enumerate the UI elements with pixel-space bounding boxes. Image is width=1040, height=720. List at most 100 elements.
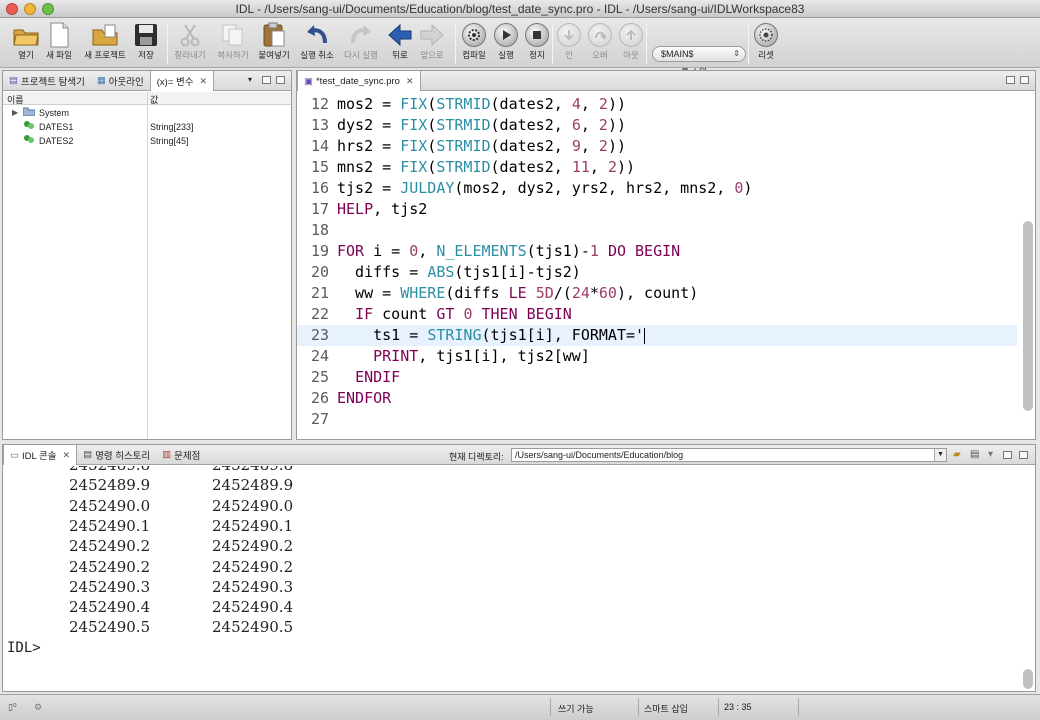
code-line[interactable]: 22 IF count GT 0 THEN BEGIN (297, 304, 1017, 325)
clear-console-icon[interactable]: ▤ (970, 449, 979, 460)
window-controls (6, 2, 54, 15)
code-text: ww = WHERE(diffs LE 5D/(24*60), count) (337, 284, 699, 302)
line-number: 19 (310, 242, 329, 260)
dropdown-arrow-icon[interactable]: ▼ (934, 449, 946, 461)
code-line[interactable]: 24 PRINT, tjs1[i], tjs2[ww] (297, 346, 1017, 367)
console-output-row: 2452490.1 2452490.1 (3, 516, 1017, 536)
editor-view-controls (1006, 76, 1029, 84)
redo-icon (347, 22, 375, 48)
console-tabs: ▭ IDL 콘솔 ✕ ▤ 명령 히스토리 ▥ 문제점 현재 디렉토리: /Use… (3, 445, 1035, 465)
line-number: 12 (310, 95, 329, 113)
folder-icon (22, 106, 36, 120)
browse-folder-icon[interactable]: ▰ (953, 449, 961, 460)
code-line[interactable]: 16 tjs2 = JULDAY(mos2, dys2, yrs2, hrs2, … (297, 178, 1017, 199)
tab-test-date-sync[interactable]: ▣ *test_date_sync.pro ✕ (297, 71, 421, 91)
new-file-icon (45, 22, 73, 48)
paste-button[interactable]: 붙여넣기 (254, 22, 294, 60)
copy-button[interactable]: 복사하기 (213, 22, 253, 60)
code-editor[interactable]: 12 mos2 = FIX(STRMID(dates2, 4, 2)) 13 dys2… (297, 92, 1017, 439)
variable-row[interactable]: DATES1 String[233] (3, 120, 291, 134)
save-label: 저장 (138, 50, 154, 60)
select-arrows-icon: ⇕ (733, 49, 740, 58)
new-project-button[interactable]: 새 프로젝트 (84, 22, 126, 60)
minimize-view-icon[interactable] (262, 76, 271, 84)
code-line[interactable]: 19 FOR i = 0, N_ELEMENTS(tjs1)-1 DO BEGIN (297, 241, 1017, 262)
expand-triangle-icon[interactable]: ▶ (12, 106, 18, 120)
variable-name: DATES2 (39, 136, 74, 146)
code-line[interactable]: 27 (297, 409, 1017, 430)
undo-button[interactable]: 실행 취소 (297, 22, 337, 60)
reset-button[interactable]: 리셋 (746, 22, 786, 60)
close-icon[interactable]: ✕ (200, 76, 208, 87)
code-text: dys2 = FIX(STRMID(dates2, 6, 2)) (337, 116, 626, 134)
toolbar-separator (167, 24, 168, 64)
console-output-row: 2452490.2 2452490.2 (3, 557, 1017, 577)
column-name-header[interactable]: 이름 (7, 93, 24, 106)
code-text: ts1 = STRING(tjs1[i], FORMAT=' (337, 326, 646, 344)
maximize-view-icon[interactable] (276, 76, 285, 84)
console-output-value: 2452490.4 (69, 598, 151, 617)
idl-prompt[interactable]: IDL> (7, 640, 41, 656)
code-line[interactable]: 25 ENDIF (297, 367, 1017, 388)
settings-icon[interactable]: ⚙ (34, 702, 42, 713)
variable-row[interactable]: DATES2 String[45] (3, 134, 291, 148)
maximize-view-icon[interactable] (1019, 451, 1028, 459)
tab-variables[interactable]: (x)= 변수 ✕ (149, 71, 215, 91)
code-line[interactable]: 17 HELP, tjs2 (297, 199, 1017, 220)
console-output-value: 2452490.4 (212, 598, 294, 617)
view-menu-icon[interactable]: ▾ (988, 449, 993, 460)
tab-problems[interactable]: ▥ 문제점 (156, 445, 206, 465)
view-menu-icon[interactable]: ▾ (248, 76, 257, 84)
zoom-window-button[interactable] (42, 2, 54, 15)
console-output-value: 2452490.2 (212, 537, 294, 556)
forward-icon (418, 22, 446, 48)
code-line[interactable]: 21 ww = WHERE(diffs LE 5D/(24*60), count… (297, 283, 1017, 304)
redo-button[interactable]: 다시 실행 (341, 22, 381, 60)
run-icon (492, 22, 520, 48)
cut-button[interactable]: 잘라내기 (170, 22, 210, 60)
close-icon[interactable]: ✕ (406, 76, 414, 87)
step-out-icon (617, 22, 645, 48)
code-line[interactable]: 14 hrs2 = FIX(STRMID(dates2, 9, 2)) (297, 136, 1017, 157)
console-output[interactable]: 2452489.82452489.82452489.92452489.92452… (3, 466, 1017, 691)
editor-scrollbar[interactable] (1023, 221, 1033, 411)
minimize-window-button[interactable] (24, 2, 36, 15)
maximize-view-icon[interactable] (1020, 76, 1029, 84)
column-value-header[interactable]: 값 (150, 93, 158, 106)
code-line[interactable]: 13 dys2 = FIX(STRMID(dates2, 6, 2)) (297, 115, 1017, 136)
tab-command-history[interactable]: ▤ 명령 히스토리 (77, 445, 156, 465)
pro-file-icon: ▣ (304, 75, 313, 87)
status-separator (798, 698, 799, 716)
project-explorer-icon: ▤ (9, 75, 18, 86)
code-line[interactable]: 15 mns2 = FIX(STRMID(dates2, 11, 2)) (297, 157, 1017, 178)
code-line[interactable]: 26 ENDFOR (297, 388, 1017, 409)
close-icon[interactable]: ✕ (63, 450, 71, 461)
save-button[interactable]: 저장 (126, 22, 166, 60)
new-project-icon (91, 22, 119, 48)
code-line[interactable]: 20 diffs = ABS(tjs1[i]-tjs2) (297, 262, 1017, 283)
code-line[interactable]: 18 (297, 220, 1017, 241)
console-output-value: 2452489.9 (212, 476, 294, 495)
main-level-select[interactable]: $MAIN$ ⇕ (652, 46, 746, 62)
minimize-view-icon[interactable] (1003, 451, 1012, 459)
tab-project-explorer[interactable]: ▤ 프로젝트 탐색기 (3, 71, 91, 91)
line-number: 15 (310, 158, 329, 176)
main-toolbar: 열기 새 파일 새 프로젝트 저장 잘라내기 복사하기 붙여넣기 실행 취소 다… (0, 18, 1040, 77)
console-scrollbar[interactable] (1023, 669, 1033, 689)
variable-row[interactable]: ▶ System (3, 106, 291, 120)
code-line[interactable]: 23 ts1 = STRING(tjs1[i], FORMAT=' (297, 325, 1017, 346)
forward-button[interactable]: 앞으로 (412, 22, 452, 60)
new-file-button[interactable]: 새 파일 (39, 22, 79, 60)
tab-outline[interactable]: ▦ 아웃라인 (91, 71, 150, 91)
current-directory-input[interactable]: /Users/sang-ui/Documents/Education/blog … (511, 448, 947, 462)
code-line[interactable]: 12 mos2 = FIX(STRMID(dates2, 4, 2)) (297, 94, 1017, 115)
minimize-view-icon[interactable] (1006, 76, 1015, 84)
tab-idl-console[interactable]: ▭ IDL 콘솔 ✕ (3, 445, 78, 465)
step-out-button[interactable]: 아웃 (611, 22, 651, 60)
toolbar-separator (646, 24, 647, 64)
console-output-value: 2452490.3 (212, 577, 294, 596)
code-text: hrs2 = FIX(STRMID(dates2, 9, 2)) (337, 137, 626, 155)
stop-icon (523, 22, 551, 48)
outline-icon: ▦ (96, 75, 106, 86)
close-window-button[interactable] (6, 2, 18, 15)
